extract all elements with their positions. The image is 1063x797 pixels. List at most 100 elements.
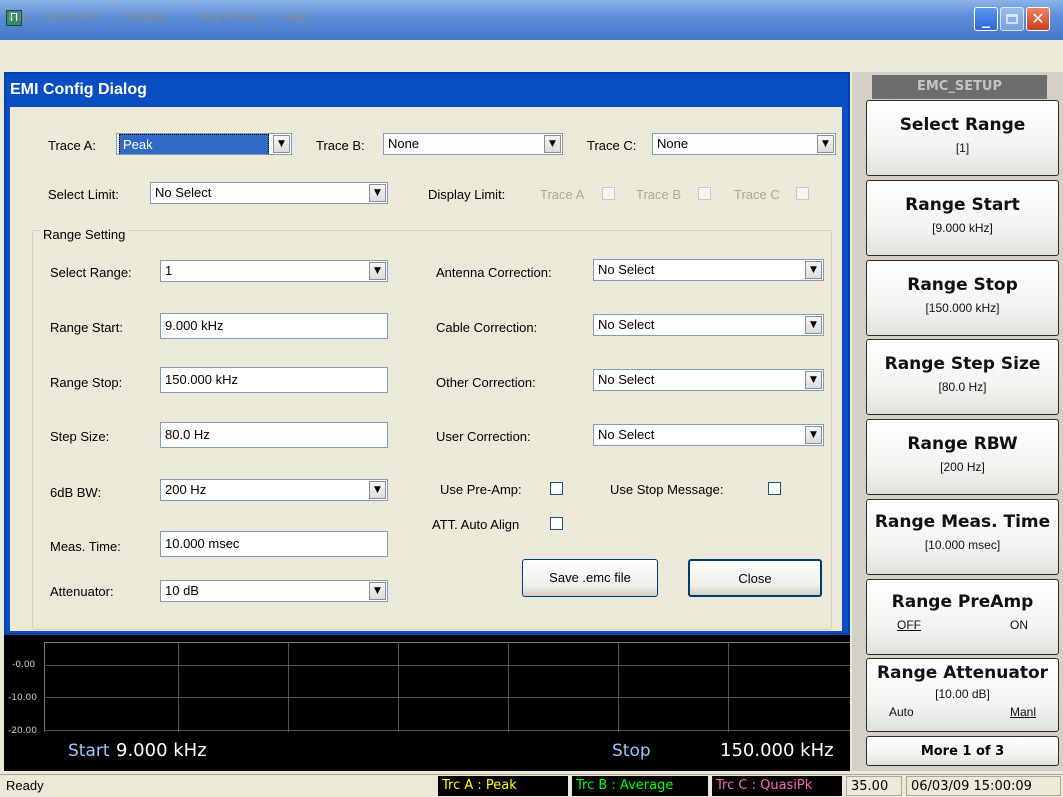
step-size-input[interactable]: 80.0 Hz	[160, 422, 388, 448]
preamp-checkbox[interactable]	[550, 482, 563, 495]
y-axis-label: -20.00	[8, 726, 38, 736]
grid-line	[288, 642, 289, 732]
att-auto-align-label: ATT. Auto Align	[432, 517, 520, 532]
grid-line	[618, 642, 619, 732]
maximize-icon	[1006, 14, 1018, 24]
trace-b-value: None	[388, 136, 420, 151]
softkey-range-step-size[interactable]: Range Step Size [80.0 Hz]	[866, 339, 1059, 415]
trace-a-value: Peak	[119, 134, 269, 154]
dropdown-arrow-icon: ▼	[805, 316, 822, 334]
grid-line	[508, 642, 509, 732]
grid-line	[728, 642, 729, 732]
status-datetime: 06/03/09 15:00:09	[906, 776, 1061, 796]
range-stop-input[interactable]: 150.000 kHz	[160, 367, 388, 393]
menu-file[interactable]: File	[8, 9, 29, 24]
softkey-value: [150.000 kHz]	[925, 301, 1000, 315]
attenuator-select[interactable]: 10 dB ▼	[160, 580, 388, 602]
att-auto-align-checkbox[interactable]	[550, 517, 563, 530]
dialog-title: EMI Config Dialog	[10, 81, 147, 98]
preamp-on-option: ON	[1010, 618, 1028, 632]
save-emc-file-button[interactable]: Save .emc file	[522, 559, 658, 597]
softkey-value: [1]	[955, 141, 970, 155]
menu-help[interactable]: Help	[282, 9, 309, 24]
softkey-title: Range Attenuator	[876, 663, 1049, 683]
cable-correction-label: Cable Correction:	[436, 320, 538, 335]
dropdown-arrow-icon: ▼	[805, 261, 822, 279]
softkey-more-label: More 1 of 3	[920, 744, 1005, 759]
bw-select[interactable]: 200 Hz ▼	[160, 479, 388, 501]
softkey-title: Range Meas. Time	[874, 512, 1051, 532]
dropdown-arrow-icon: ▼	[369, 262, 386, 280]
user-correction-select[interactable]: No Select ▼	[593, 424, 824, 446]
display-limit-trace-a-checkbox[interactable]	[602, 187, 615, 200]
softkey-title: Range Start	[905, 195, 1020, 215]
cable-correction-select[interactable]: No Select ▼	[593, 314, 824, 336]
select-limit-label: Select Limit:	[48, 187, 119, 202]
maximize-button[interactable]	[1000, 7, 1024, 31]
softkey-title: Range Step Size	[884, 354, 1041, 374]
dropdown-arrow-icon: ▼	[369, 582, 386, 600]
softkey-range-preamp[interactable]: Range PreAmp OFF ON	[866, 579, 1059, 655]
atten-manl-option: Manl	[1009, 705, 1036, 719]
bw-value: 200 Hz	[165, 482, 207, 497]
select-range-label: Select Range:	[50, 265, 132, 280]
menu-display[interactable]: Display	[124, 9, 167, 24]
dropdown-arrow-icon: ▼	[805, 371, 822, 389]
trace-b-label: Trace B:	[316, 138, 365, 153]
dropdown-arrow-icon: ▼	[369, 481, 386, 499]
meas-time-label: Meas. Time:	[50, 539, 121, 554]
user-correction-label: User Correction:	[436, 429, 531, 444]
close-button[interactable]: Close	[688, 559, 822, 597]
menu-quick-ftn[interactable]: Quick Ftn	[44, 9, 100, 24]
select-range-select[interactable]: 1 ▼	[160, 260, 388, 282]
softkey-select-range[interactable]: Select Range [1]	[866, 100, 1059, 176]
grid-line	[398, 642, 399, 732]
display-limit-trace-a-label: Trace A	[540, 187, 585, 202]
other-correction-select[interactable]: No Select ▼	[593, 369, 824, 391]
softkey-title: Select Range	[899, 115, 1026, 135]
softkey-range-start[interactable]: Range Start [9.000 kHz]	[866, 180, 1059, 256]
softkey-range-meas-time[interactable]: Range Meas. Time [10.000 msec]	[866, 499, 1059, 575]
softkey-title: Range PreAmp	[891, 592, 1034, 612]
softkey-more[interactable]: More 1 of 3	[866, 736, 1059, 766]
grid-line	[178, 642, 179, 732]
atten-auto-option: Auto	[889, 705, 914, 719]
softkey-range-attenuator[interactable]: Range Attenuator [10.00 dB] Auto Manl	[866, 658, 1059, 732]
range-start-label: Range Start:	[50, 320, 123, 335]
status-trc-b: Trc B : Average	[572, 776, 708, 796]
display-limit-trace-c-checkbox[interactable]	[796, 187, 809, 200]
antenna-correction-label: Antenna Correction:	[436, 265, 552, 280]
other-correction-label: Other Correction:	[436, 375, 536, 390]
softkey-range-rbw[interactable]: Range RBW [200 Hz]	[866, 419, 1059, 495]
select-limit-select[interactable]: No Select ▼	[150, 182, 388, 204]
display-limit-trace-c-label: Trace C	[734, 187, 780, 202]
stop-message-checkbox[interactable]	[768, 482, 781, 495]
display-limit-trace-b-label: Trace B	[636, 187, 682, 202]
antenna-correction-select[interactable]: No Select ▼	[593, 259, 824, 281]
other-correction-value: No Select	[598, 372, 655, 387]
status-trc-c: Trc C : QuasiPk	[712, 776, 842, 796]
preamp-label: Use Pre-Amp:	[440, 482, 522, 497]
start-freq-value: 9.000 kHz	[116, 740, 207, 761]
menu-bar	[0, 40, 1063, 70]
softkey-value: [9.000 kHz]	[932, 221, 993, 235]
minimize-button[interactable]: _	[974, 7, 998, 31]
menu-key-press[interactable]: Key Press	[200, 9, 259, 24]
range-start-input[interactable]: 9.000 kHz	[160, 313, 388, 339]
close-window-button[interactable]: ✕	[1026, 7, 1050, 31]
trace-c-value: None	[657, 136, 689, 151]
softkey-value: [80.0 Hz]	[938, 380, 987, 394]
trace-c-select[interactable]: None ▼	[652, 133, 836, 155]
softkey-value: [10.000 msec]	[924, 538, 1001, 552]
grid-line	[44, 665, 850, 666]
softkey-title: Range Stop	[907, 275, 1018, 295]
softkey-range-stop[interactable]: Range Stop [150.000 kHz]	[866, 260, 1059, 336]
trace-b-select[interactable]: None ▼	[383, 133, 563, 155]
meas-time-input[interactable]: 10.000 msec	[160, 531, 388, 557]
display-limit-trace-b-checkbox[interactable]	[698, 187, 711, 200]
stop-message-label: Use Stop Message:	[610, 482, 724, 497]
status-trc-a: Trc A : Peak	[438, 776, 568, 796]
display-limit-label: Display Limit:	[428, 187, 506, 202]
trace-a-select[interactable]: Peak ▼	[116, 133, 292, 155]
softkey-panel-title: EMC_SETUP	[872, 75, 1047, 99]
